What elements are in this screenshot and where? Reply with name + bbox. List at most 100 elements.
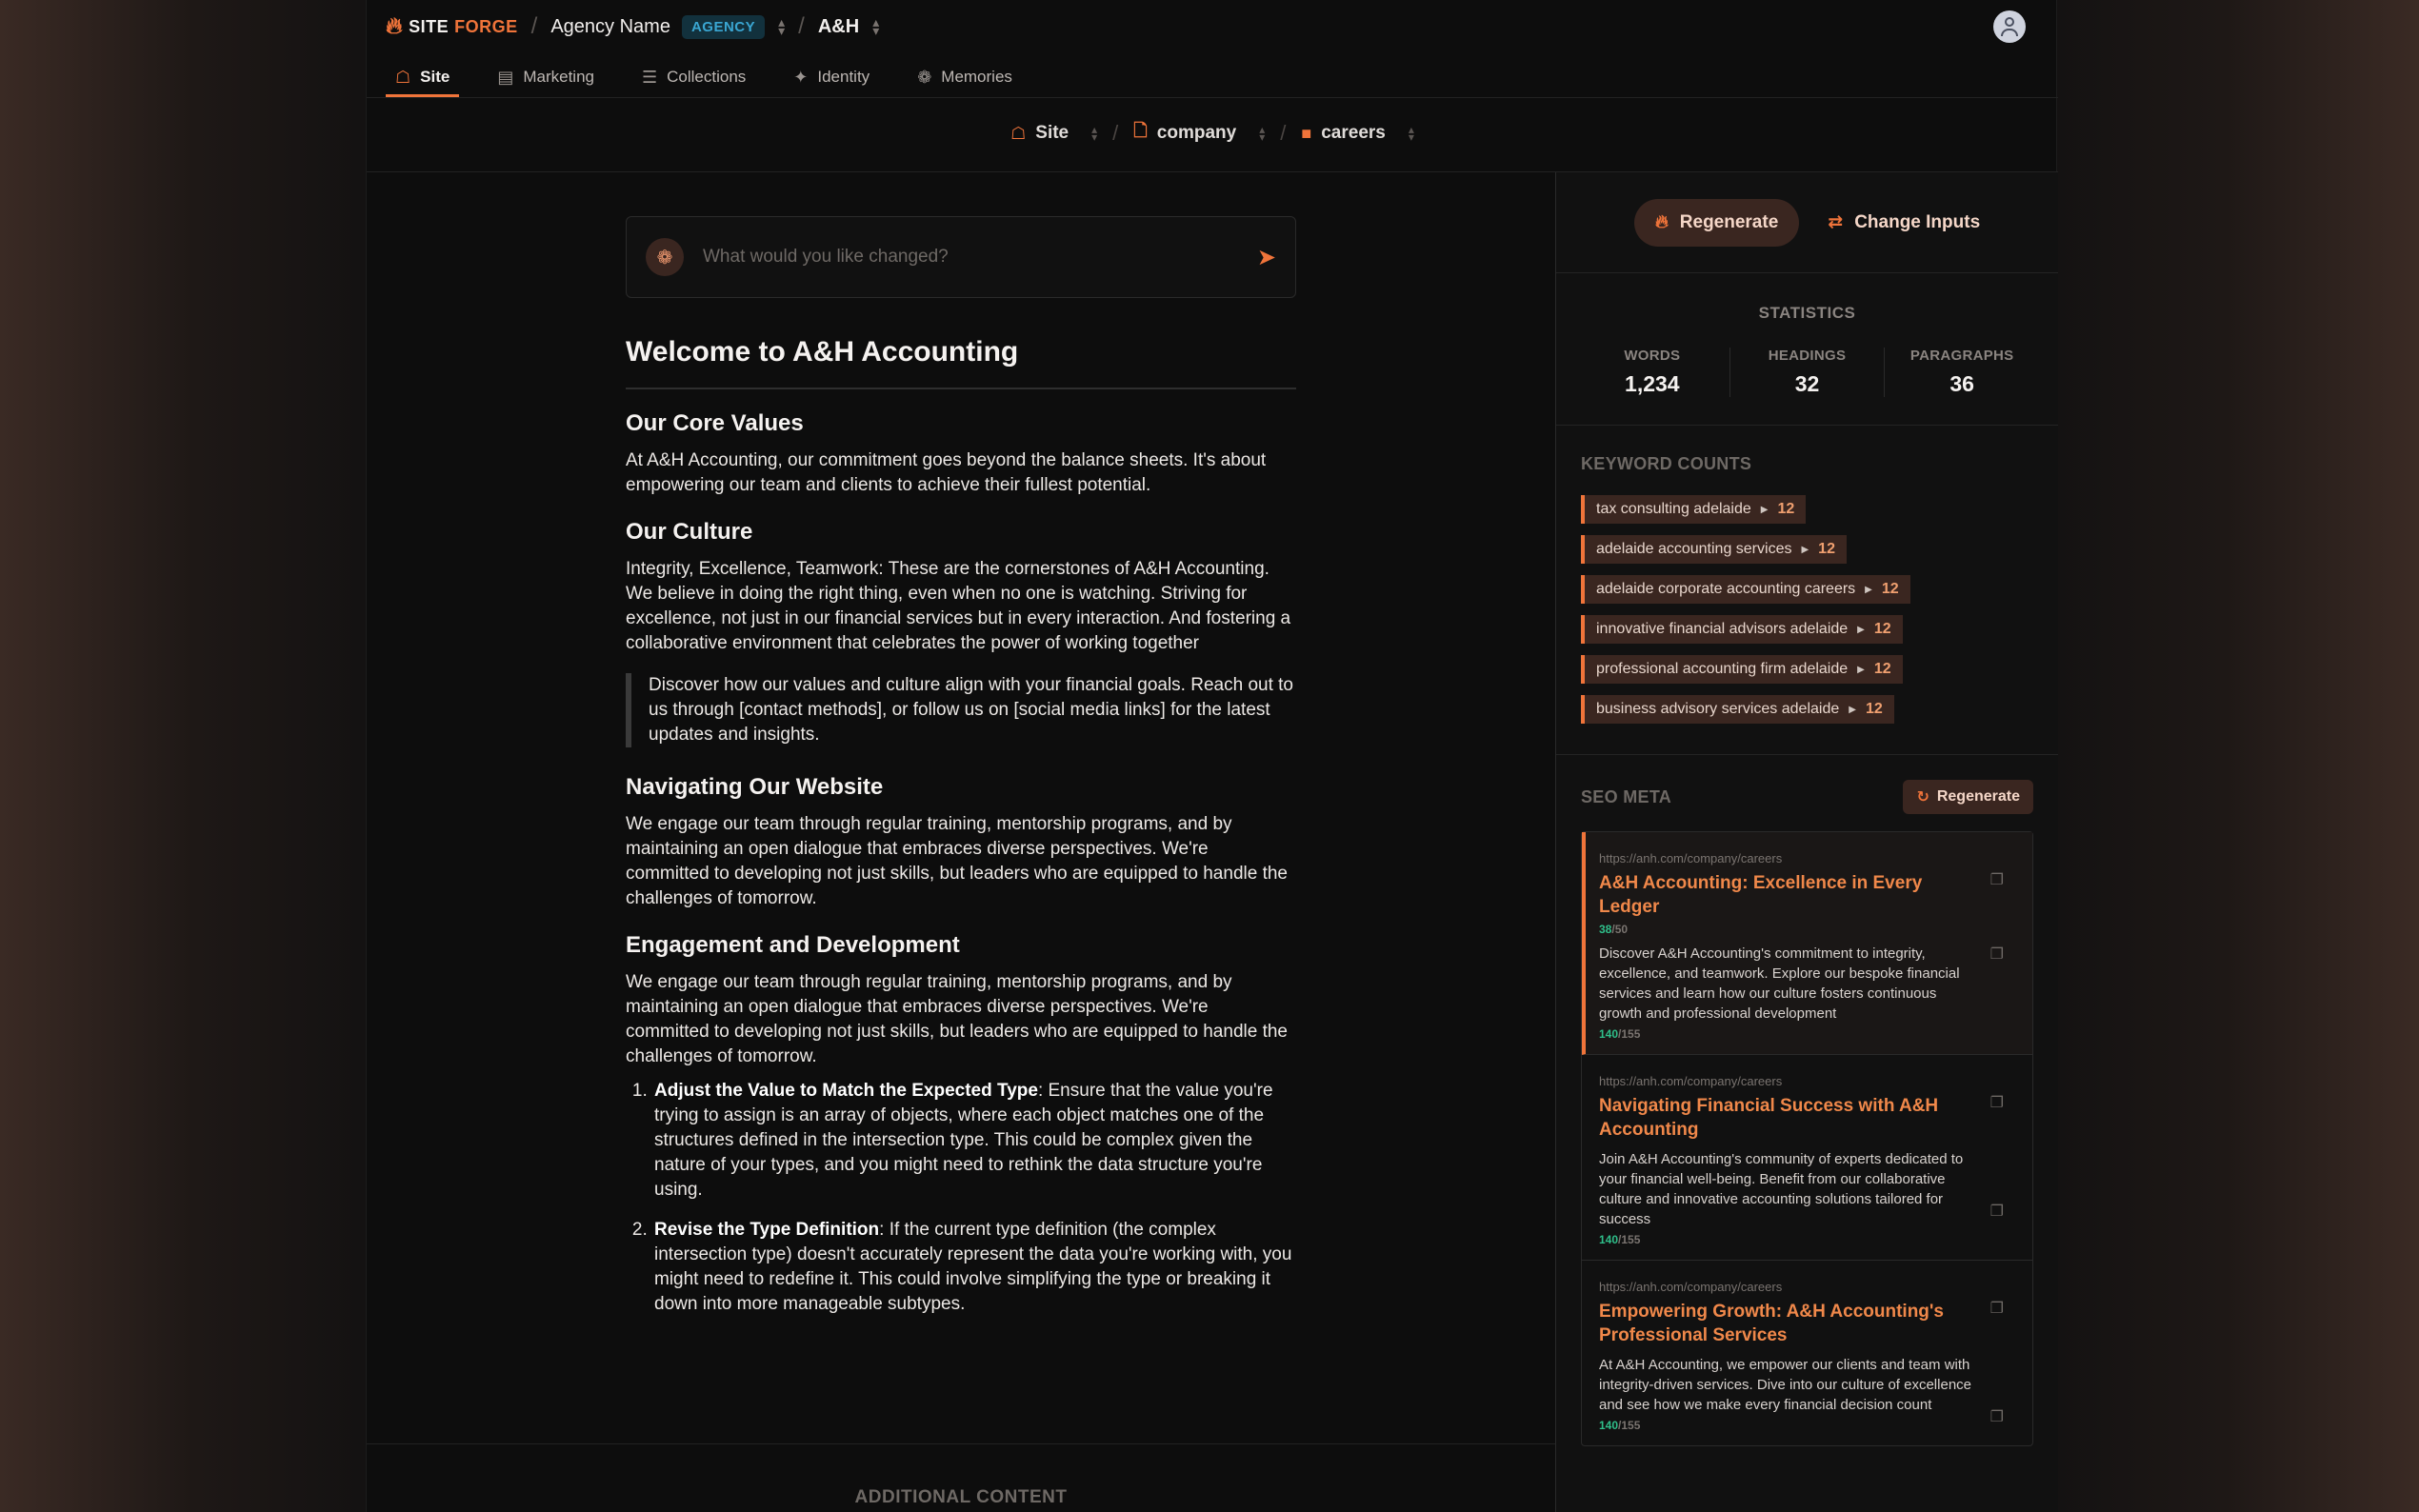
main-nav-tabs: ☖ Site ▤ Marketing ☰ Collections ✦ Ident… <box>386 57 1022 97</box>
breadcrumb-site[interactable]: ☖ Site ▴ ▾ <box>1010 123 1097 144</box>
tab-identity[interactable]: ✦ Identity <box>784 57 879 97</box>
seo-title: A&H Accounting: Excellence in Every Ledg… <box>1599 873 1923 917</box>
regenerate-button[interactable]: 🔥︎ Regenerate <box>1633 198 1800 247</box>
document-column: ❁ ➤ Welcome to A&H Accounting Our Core V… <box>626 216 1296 1332</box>
file-filled-icon: ■ <box>1301 123 1312 143</box>
refresh-icon: ↻ <box>1916 789 1929 806</box>
swap-arrows-icon: ⇄ <box>1828 212 1844 232</box>
keyword-tag[interactable]: business advisory services adelaide ▶ 12 <box>1581 695 1894 724</box>
keyword-tag[interactable]: innovative financial advisors adelaide ▶ 1… <box>1581 615 1903 644</box>
tab-collections[interactable]: ☰ Collections <box>632 57 755 97</box>
agency-switcher-icon[interactable]: ▴ ▾ <box>778 15 785 37</box>
additional-divider <box>367 1443 1555 1444</box>
brain-icon: ❁ <box>646 238 684 276</box>
breadcrumb-careers[interactable]: ■ careers ▴ ▾ <box>1301 123 1414 144</box>
tab-memories[interactable]: ❁ Memories <box>908 57 1022 97</box>
breadcrumb-separator: / <box>530 13 538 39</box>
change-prompt-box: ❁ ➤ <box>626 216 1296 298</box>
section-paragraph: At A&H Accounting, our commitment goes b… <box>626 450 1267 495</box>
seo-meta-card[interactable]: https://anh.com/company/careers A&H Acco… <box>1582 832 2032 1055</box>
seo-description: Join A&H Accounting's community of exper… <box>1599 1151 1964 1227</box>
seo-meta-list: https://anh.com/company/careers A&H Acco… <box>1581 831 2033 1446</box>
seo-regenerate-button[interactable]: ↻ Regenerate <box>1903 780 2033 814</box>
section-heading: Our Core Values <box>626 410 804 436</box>
sitemap-icon: ☖ <box>1010 123 1027 143</box>
section-heading: Our Culture <box>626 519 753 545</box>
seo-description: Discover A&H Accounting's commitment to … <box>1599 945 1960 1022</box>
keyword-tag[interactable]: adelaide accounting services ▶ 12 <box>1581 535 1847 564</box>
statistics-title: STATISTICS <box>1758 304 1856 322</box>
flame-icon: 🔥︎ <box>386 13 404 39</box>
title-char-count: 38/50 <box>1599 923 1629 936</box>
user-icon <box>2005 17 2014 27</box>
description-char-count: 140/155 <box>1599 1233 1641 1246</box>
caret-right-icon: ▶ <box>1857 664 1865 675</box>
seo-url: https://anh.com/company/careers <box>1599 1280 1783 1294</box>
page-breadcrumb: ☖ Site ▴ ▾ / 🗋︎ company ▴ ▾ / ■ careers ▴ ▾ <box>367 116 2058 150</box>
seo-meta-title: SEO META <box>1581 786 1672 806</box>
app-window: 🔥︎ SITE FORGE / Agency Name AGENCY ▴ ▾ / … <box>366 0 2058 1512</box>
breadcrumb-separator: / <box>798 13 805 39</box>
project-name[interactable]: A&H <box>818 16 859 38</box>
seo-meta-card[interactable]: https://anh.com/company/careers Empoweri… <box>1582 1261 2032 1445</box>
caret-right-icon: ▶ <box>1801 544 1809 555</box>
list-item: Revise the Type Definition: If the curre… <box>652 1218 1296 1317</box>
flame-icon: 🔥︎ <box>1654 211 1669 232</box>
seo-meta-section: SEO META ↻ Regenerate https://anh.com/co… <box>1556 755 2058 1446</box>
copy-icon[interactable]: ❐ <box>1990 870 2004 889</box>
agency-badge: AGENCY <box>681 14 766 39</box>
keyword-tag[interactable]: tax consulting adelaide ▶ 12 <box>1581 495 1807 524</box>
change-prompt-input[interactable] <box>703 247 1257 268</box>
keyword-counts-title: KEYWORD COUNTS <box>1581 454 1752 473</box>
keyword-tag[interactable]: professional accounting firm adelaide ▶ 12 <box>1581 655 1903 684</box>
copy-icon[interactable]: ❐ <box>1990 1407 2004 1426</box>
seo-description: At A&H Accounting, we empower our client… <box>1599 1357 1972 1413</box>
blockquote: Discover how our values and culture alig… <box>626 673 1296 747</box>
content-area: ❁ ➤ Welcome to A&H Accounting Our Core V… <box>367 172 1555 1512</box>
seo-meta-card[interactable]: https://anh.com/company/careers Navigati… <box>1582 1055 2032 1261</box>
keyword-tag[interactable]: adelaide corporate accounting careers ▶ 12 <box>1581 575 1910 604</box>
tab-marketing[interactable]: ▤ Marketing <box>488 57 604 97</box>
section-heading: Navigating Our Website <box>626 774 884 800</box>
caret-right-icon: ▶ <box>1857 624 1865 635</box>
copy-icon[interactable]: ❐ <box>1990 1299 2004 1318</box>
section-heading: Engagement and Development <box>626 932 960 958</box>
copy-icon[interactable]: ❐ <box>1990 1202 2004 1221</box>
brain-icon: ❁ <box>917 67 932 87</box>
caret-right-icon: ▶ <box>1849 704 1856 715</box>
send-icon[interactable]: ➤ <box>1257 244 1276 271</box>
file-icon: 🗋︎ <box>1133 121 1148 140</box>
seo-title: Navigating Financial Success with A&H Ac… <box>1599 1096 1939 1140</box>
statistics-section: STATISTICS WORDS 1,234 HEADINGS 32 PARAG… <box>1556 273 2058 426</box>
chevron-updown-icon: ▴ ▾ <box>1091 123 1098 144</box>
caret-right-icon: ▶ <box>1760 504 1769 515</box>
section-paragraph: We engage our team through regular train… <box>626 972 1288 1066</box>
tab-site[interactable]: ☖ Site <box>386 57 460 97</box>
seo-url: https://anh.com/company/careers <box>1599 851 1783 865</box>
section-paragraph: Integrity, Excellence, Teamwork: These a… <box>626 559 1291 653</box>
description-char-count: 140/155 <box>1599 1419 1641 1432</box>
newspaper-icon: ▤ <box>497 67 514 87</box>
breadcrumb-company[interactable]: 🗋︎ company ▴ ▾ <box>1133 119 1265 148</box>
top-bar: 🔥︎ SITE FORGE / Agency Name AGENCY ▴ ▾ / … <box>367 0 2058 53</box>
agency-name[interactable]: Agency Name <box>550 16 670 38</box>
stat-headings: HEADINGS 32 <box>1729 348 1885 397</box>
right-panel: 🔥︎ Regenerate ⇄ Change Inputs STATISTICS… <box>1556 172 2058 1512</box>
seo-title: Empowering Growth: A&H Accounting's Prof… <box>1599 1302 1944 1345</box>
list-item: Adjust the Value to Match the Expected T… <box>652 1079 1296 1203</box>
site-forge-logo[interactable]: 🔥︎ SITE FORGE <box>386 15 518 38</box>
logo-site-text: SITE <box>409 16 450 36</box>
nav-divider <box>367 97 2058 98</box>
sparkles-icon: ✦ <box>793 67 809 87</box>
project-switcher-icon[interactable]: ▴ ▾ <box>872 15 879 37</box>
seo-url: https://anh.com/company/careers <box>1599 1074 1783 1088</box>
keyword-counts-section: KEYWORD COUNTS tax consulting adelaide ▶ 1… <box>1556 426 2058 755</box>
page-title: Welcome to A&H Accounting <box>626 336 1296 389</box>
sitemap-icon: ☖ <box>395 67 411 87</box>
chevron-updown-icon: ▴ ▾ <box>1259 123 1266 144</box>
copy-icon[interactable]: ❐ <box>1990 1093 2004 1112</box>
stat-paragraphs: PARAGRAPHS 36 <box>1884 348 2039 397</box>
change-inputs-button[interactable]: ⇄ Change Inputs <box>1828 211 1980 233</box>
user-avatar[interactable] <box>1993 10 2026 43</box>
copy-icon[interactable]: ❐ <box>1990 945 2004 964</box>
